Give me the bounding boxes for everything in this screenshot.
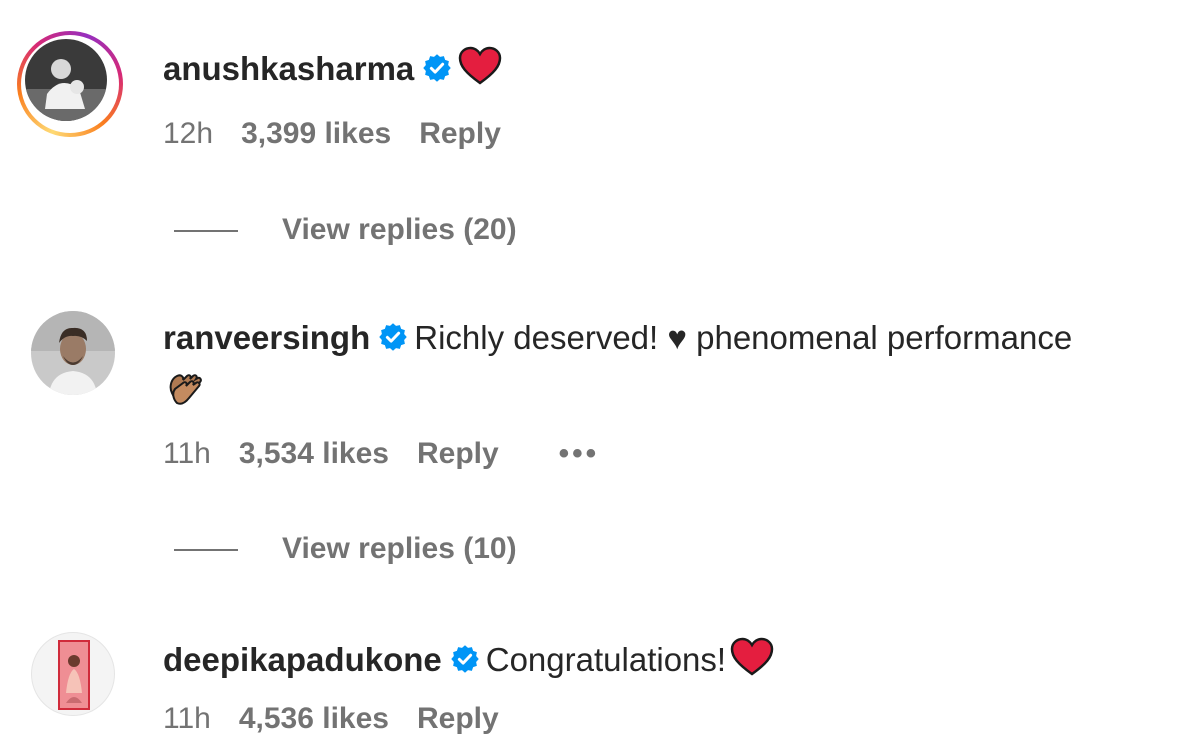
verified-badge-icon	[450, 642, 480, 684]
likes-count[interactable]: 3,534 likes	[239, 437, 389, 470]
timestamp[interactable]: 12h	[163, 117, 213, 150]
timestamp[interactable]: 11h	[163, 702, 211, 735]
username-link[interactable]: ranveersingh	[163, 319, 370, 356]
timestamp[interactable]: 11h	[163, 437, 211, 470]
avatar-story-ring[interactable]	[17, 31, 123, 137]
avatar[interactable]	[31, 632, 115, 716]
verified-badge-icon	[378, 320, 408, 362]
comment-text: Richly deserved! ♥ phenomenal performanc…	[414, 319, 1073, 356]
red-heart-icon	[730, 637, 774, 687]
more-options-icon[interactable]: •••	[559, 437, 600, 470]
reply-button[interactable]: Reply	[417, 437, 499, 470]
red-heart-icon	[458, 46, 502, 96]
comment-meta: 12h 3,399 likes Reply	[163, 117, 529, 151]
divider	[174, 230, 238, 233]
avatar	[25, 39, 107, 121]
username-link[interactable]: anushkasharma	[163, 50, 414, 87]
comment-line: ranveersingh Richly deserved! ♥ phenomena…	[163, 317, 1072, 362]
likes-count[interactable]: 4,536 likes	[239, 702, 389, 735]
view-replies-button[interactable]: View replies (20)	[174, 213, 517, 247]
comment-line: anushkasharma	[163, 46, 502, 96]
comment-line-2	[163, 367, 207, 421]
reply-button[interactable]: Reply	[419, 117, 501, 150]
view-replies-label: View replies (10)	[282, 532, 517, 565]
comment-text: Congratulations!	[485, 641, 727, 678]
view-replies-label: View replies (20)	[282, 213, 517, 246]
comment-line: deepikapadukone Congratulations!	[163, 637, 774, 687]
view-replies-button[interactable]: View replies (10)	[174, 532, 517, 566]
reply-button[interactable]: Reply	[417, 702, 499, 735]
likes-count[interactable]: 3,399 likes	[241, 117, 391, 150]
divider	[174, 549, 238, 552]
avatar[interactable]	[31, 311, 115, 395]
clapping-hands-icon	[163, 367, 207, 421]
comment-meta: 11h 4,536 likes Reply	[163, 702, 527, 736]
username-link[interactable]: deepikapadukone	[163, 641, 442, 678]
verified-badge-icon	[422, 51, 452, 93]
comment-meta: 11h 3,534 likes Reply •••	[163, 437, 627, 471]
